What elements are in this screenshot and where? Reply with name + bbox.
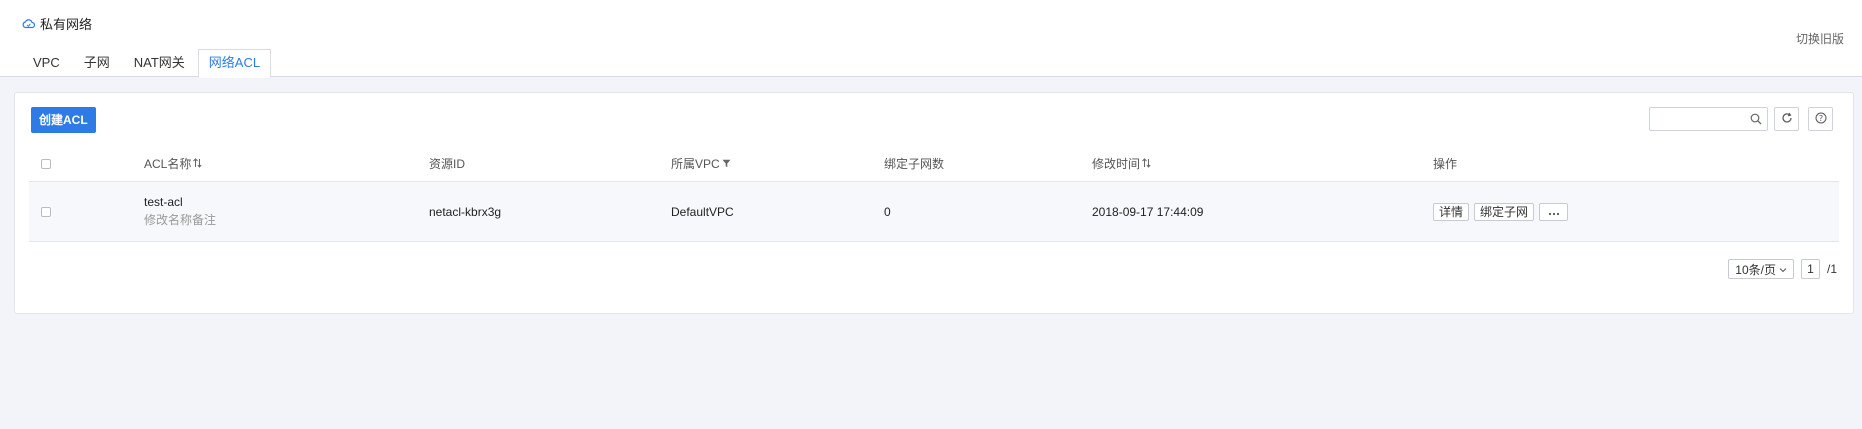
tab-subnet[interactable]: 子网	[73, 49, 121, 77]
sort-icon[interactable]	[193, 157, 202, 171]
row-select-cell	[41, 182, 51, 241]
tab-network-acl[interactable]: 网络ACL	[197, 49, 272, 78]
sort-icon[interactable]	[1142, 157, 1151, 171]
page-size-select[interactable]: 10条/页	[1728, 259, 1794, 279]
acl-list-card: 创建ACL ? ACL名称 资源ID 所属VPC 绑定子网数 修改时间 操作 t…	[14, 92, 1854, 314]
tab-nat-gateway[interactable]: NAT网关	[123, 49, 196, 77]
col-modified-time-label: 修改时间	[1092, 157, 1141, 171]
current-page-input[interactable]: 1	[1800, 259, 1820, 279]
svg-text:?: ?	[1818, 113, 1822, 122]
page-size-label: 10条/页	[1735, 262, 1776, 277]
acl-table: ACL名称 资源ID 所属VPC 绑定子网数 修改时间 操作 test-acl …	[29, 146, 1839, 242]
subnet-count: 0	[884, 204, 891, 219]
refresh-button[interactable]	[1774, 107, 1799, 131]
search-box	[1649, 107, 1768, 131]
col-subnet-count: 绑定子网数	[884, 157, 945, 171]
page-title-text: 私有网络	[40, 17, 93, 32]
help-icon: ?	[1815, 112, 1827, 127]
more-actions-button[interactable]	[1539, 202, 1569, 221]
vpc-name: DefaultVPC	[671, 204, 734, 219]
tab-vpc[interactable]: VPC	[22, 49, 71, 77]
col-vpc[interactable]: 所属VPC	[671, 146, 731, 181]
page-title: 私有网络	[22, 14, 92, 33]
switch-old-version-link[interactable]: 切换旧版	[1796, 30, 1844, 47]
col-acl-name[interactable]: ACL名称	[144, 146, 202, 181]
select-all-checkbox[interactable]	[41, 158, 51, 169]
search-input[interactable]	[1650, 108, 1742, 130]
tab-bar: VPC 子网 NAT网关 网络ACL	[22, 49, 273, 78]
col-resource-id: 资源ID	[429, 157, 466, 171]
col-operations: 操作	[1433, 157, 1458, 171]
table-header: ACL名称 资源ID 所属VPC 绑定子网数 修改时间 操作	[29, 146, 1839, 182]
refresh-icon	[1781, 112, 1793, 127]
filter-icon[interactable]	[722, 157, 731, 171]
chevron-down-icon	[1779, 262, 1787, 276]
modified-time: 2018-09-17 17:44:09	[1092, 204, 1204, 219]
col-modified-time[interactable]: 修改时间	[1092, 146, 1151, 181]
table-row: test-acl 修改名称备注 netacl-kbrx3g DefaultVPC…	[29, 182, 1839, 242]
edit-remark-link[interactable]: 修改名称备注	[144, 211, 216, 228]
acl-name: test-acl	[144, 195, 183, 209]
cloud-icon	[22, 18, 35, 29]
acl-name-cell: test-acl 修改名称备注	[144, 182, 216, 241]
pagination: 10条/页 1 /1	[1728, 259, 1837, 279]
more-icon	[1548, 204, 1560, 220]
detail-button[interactable]: 详情	[1433, 202, 1470, 221]
top-header: 私有网络 切换旧版 VPC 子网 NAT网关 网络ACL	[0, 0, 1862, 78]
resource-id: netacl-kbrx3g	[429, 204, 502, 219]
col-vpc-label: 所属VPC	[671, 157, 720, 171]
help-button[interactable]: ?	[1808, 107, 1833, 131]
total-pages: /1	[1826, 262, 1837, 276]
bind-subnet-button[interactable]: 绑定子网	[1474, 202, 1535, 221]
select-all-cell	[41, 146, 51, 181]
operations-cell: 详情 绑定子网	[1433, 182, 1573, 241]
col-acl-name-label: ACL名称	[144, 157, 192, 171]
create-acl-button[interactable]: 创建ACL	[31, 107, 96, 133]
search-icon[interactable]	[1750, 113, 1762, 128]
row-checkbox[interactable]	[41, 206, 51, 217]
